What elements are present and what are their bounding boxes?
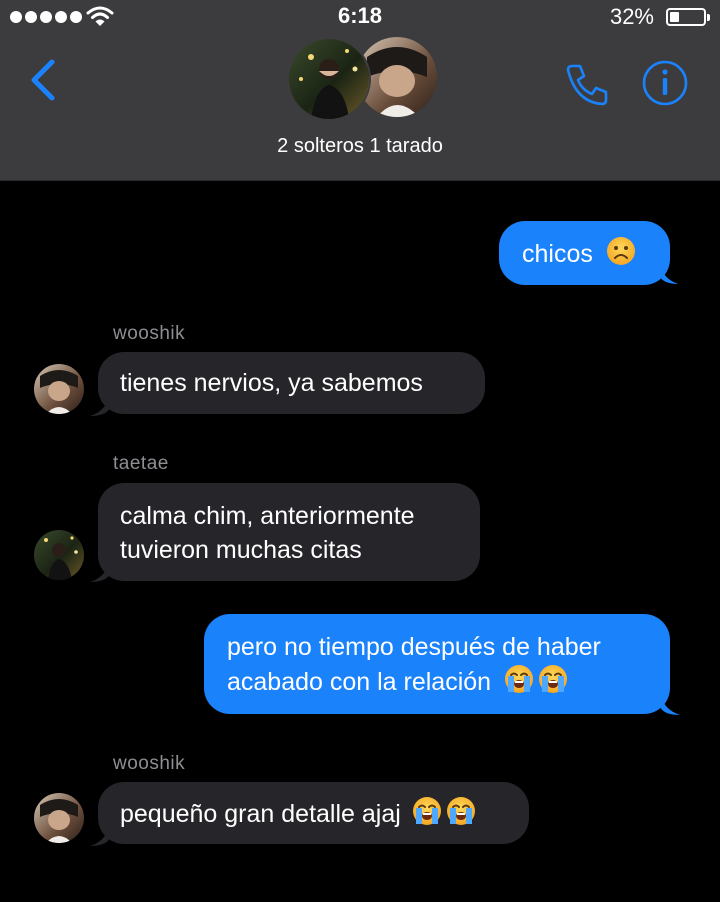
incoming-message[interactable]: pequeño gran detalle ajaj <box>98 782 529 844</box>
message-text: tienes nervios, ya sabemos <box>120 369 423 397</box>
bubble-tail <box>90 392 110 416</box>
group-avatar[interactable] <box>285 35 439 121</box>
info-button[interactable] <box>640 58 690 108</box>
group-name[interactable]: 2 solteros 1 tarado <box>0 135 720 158</box>
loudly-crying-face-emoji-icon <box>411 796 442 826</box>
bubble-tail <box>90 558 110 582</box>
avatar <box>287 37 371 121</box>
avatar[interactable] <box>34 793 84 843</box>
message-text-line: acabado con la relación <box>227 668 492 696</box>
message-text-line: calma chim, anteriormente <box>120 502 415 530</box>
battery-percent: 32% <box>609 4 654 29</box>
status-bar: 6:18 32% <box>0 0 720 34</box>
battery-icon <box>666 8 710 26</box>
chevron-left-icon <box>31 59 55 101</box>
message-text-line: pero no tiempo después de haber <box>227 633 601 661</box>
bubble-tail <box>660 691 680 715</box>
sender-name: wooshik <box>113 753 186 774</box>
bubble-tail <box>90 822 110 846</box>
loudly-crying-face-emoji-icon <box>445 796 476 826</box>
info-icon <box>642 60 688 106</box>
back-button[interactable] <box>22 56 62 104</box>
message-text: pequeño gran detalle ajaj <box>120 800 401 828</box>
sender-name: wooshik <box>113 323 186 344</box>
frowning-face-emoji-icon <box>605 236 636 266</box>
avatar[interactable] <box>34 364 84 414</box>
outgoing-message[interactable]: chicos <box>499 221 670 285</box>
sender-name: taetae <box>113 453 169 474</box>
phone-icon <box>566 64 608 106</box>
incoming-message[interactable]: calma chim, anteriormente tuvieron mucha… <box>98 483 480 581</box>
outgoing-message[interactable]: pero no tiempo después de haber acabado … <box>204 614 670 714</box>
incoming-message[interactable]: tienes nervios, ya sabemos <box>98 352 485 414</box>
loudly-crying-face-emoji-icon <box>538 664 569 694</box>
chat-header: 6:18 32% 2 solteros 1 tarado <box>0 0 720 181</box>
call-button[interactable] <box>562 60 612 110</box>
avatar[interactable] <box>34 530 84 580</box>
message-text-line: tuvieron muchas citas <box>120 536 362 564</box>
loudly-crying-face-emoji-icon <box>504 664 535 694</box>
bubble-tail <box>660 262 679 284</box>
message-text: chicos <box>522 240 593 268</box>
